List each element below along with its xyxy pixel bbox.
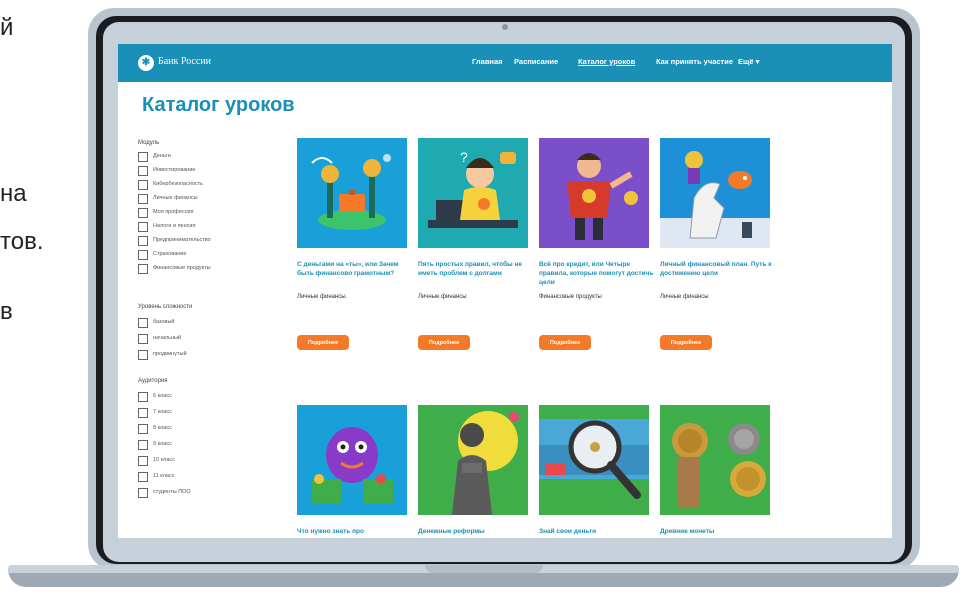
more-button[interactable]: Подробнее (539, 335, 591, 350)
nav-item-home[interactable]: Главная (472, 57, 503, 66)
checkbox[interactable] (138, 424, 148, 434)
filter-group-title-level: Уровень сложности (138, 304, 193, 310)
filter-group-title-module: Модуль (138, 140, 160, 146)
filter-option[interactable]: 9 класс (138, 440, 268, 450)
more-button[interactable]: Подробнее (418, 335, 470, 350)
filter-option[interactable]: 7 класс (138, 408, 268, 418)
card-title[interactable]: С деньгами на «ты», или Зачем быть финан… (297, 260, 415, 278)
page-title: Каталог уроков (142, 94, 295, 116)
money-plant-illustration-icon[interactable] (297, 138, 407, 248)
checkbox[interactable] (138, 456, 148, 466)
checkbox[interactable] (138, 236, 148, 246)
checkbox[interactable] (138, 264, 148, 274)
filter-option[interactable]: Деньги (138, 152, 268, 162)
card-title[interactable]: Личный финансовый план. Путь к достижени… (660, 260, 778, 278)
filter-option[interactable]: Предпринимательство (138, 236, 268, 246)
checkbox[interactable] (138, 318, 148, 328)
chess-horse-illustration-icon[interactable] (660, 138, 770, 248)
checkbox[interactable] (138, 166, 148, 176)
nav-item-more[interactable]: Ещё ▾ (738, 57, 759, 66)
card-title[interactable]: Всё про кредит, или Четыре правила, кото… (539, 260, 657, 287)
nav-item-participate[interactable]: Как принять участие (656, 57, 733, 66)
filter-option[interactable]: Личные финансы (138, 194, 268, 204)
checkbox[interactable] (138, 350, 148, 360)
top-navbar: ✱ Банк России Главная Расписание Каталог… (118, 44, 892, 82)
filter-option[interactable]: 10 класс (138, 456, 268, 466)
checkbox[interactable] (138, 222, 148, 232)
card-title[interactable]: Что нужно знать про (297, 527, 415, 536)
statue-illustration-icon[interactable] (418, 405, 528, 515)
more-button[interactable]: Подробнее (297, 335, 349, 350)
checkbox[interactable] (138, 472, 148, 482)
card-title[interactable]: Денежные реформы (418, 527, 536, 536)
card-tag: Финансовые продукты (539, 294, 602, 300)
filter-option[interactable]: Налоги и пенсия (138, 222, 268, 232)
ancient-coins-illustration-icon[interactable] (660, 405, 770, 515)
checkbox[interactable] (138, 408, 148, 418)
checkbox[interactable] (138, 334, 148, 344)
nav-links: Главная Расписание Каталог уроков Как пр… (118, 57, 892, 71)
checkbox[interactable] (138, 194, 148, 204)
purple-monster-illustration-icon[interactable] (297, 405, 407, 515)
browser-screen: ✱ Банк России Главная Расписание Каталог… (118, 44, 892, 538)
laptop-base-notch (425, 565, 543, 573)
checkbox[interactable] (138, 250, 148, 260)
slide-text-fragment-1: й (0, 14, 14, 41)
filter-option[interactable]: продвинутый (138, 350, 268, 360)
checkbox[interactable] (138, 180, 148, 190)
card-title[interactable]: Древние монеты (660, 527, 778, 536)
filter-option[interactable]: студенты ПОО (138, 488, 268, 498)
checkbox[interactable] (138, 488, 148, 498)
magnifier-banknote-illustration-icon[interactable] (539, 405, 649, 515)
svg-text:?: ? (460, 149, 468, 165)
filter-option[interactable]: Моя профессия (138, 208, 268, 218)
filter-option[interactable]: начальный (138, 334, 268, 344)
card-title[interactable]: Знай свои деньги (539, 527, 657, 536)
nav-item-catalog[interactable]: Каталог уроков (578, 57, 635, 66)
slide-text-fragment-3: тов. (0, 228, 44, 255)
checkbox[interactable] (138, 392, 148, 402)
boy-laptop-illustration-icon[interactable]: ? (418, 138, 528, 248)
filter-option[interactable]: базовый (138, 318, 268, 328)
card-tag: Личные финансы (660, 294, 709, 300)
filter-option[interactable]: Инвестирование (138, 166, 268, 176)
more-button[interactable]: Подробнее (660, 335, 712, 350)
superhero-illustration-icon[interactable] (539, 138, 649, 248)
nav-item-schedule[interactable]: Расписание (514, 57, 558, 66)
filter-group-title-audience: Аудитория (138, 378, 168, 384)
filter-option[interactable]: Кибербезопасность (138, 180, 268, 190)
filter-option[interactable]: 6 класс (138, 392, 268, 402)
filter-option[interactable]: 8 класс (138, 424, 268, 434)
slide-text-fragment-4: в (0, 298, 13, 325)
checkbox[interactable] (138, 440, 148, 450)
filter-option[interactable]: 11 класс (138, 472, 268, 482)
checkbox[interactable] (138, 152, 148, 162)
checkbox[interactable] (138, 208, 148, 218)
card-title[interactable]: Пять простых правил, чтобы не иметь проб… (418, 260, 536, 278)
card-tag: Личные финансы. (297, 294, 348, 300)
webcam-icon (502, 24, 508, 30)
slide-text-fragment-2: на (0, 180, 27, 207)
card-tag: Личные финансы (418, 294, 467, 300)
filter-option[interactable]: Страхование (138, 250, 268, 260)
filter-option[interactable]: Финансовые продукты (138, 264, 268, 274)
